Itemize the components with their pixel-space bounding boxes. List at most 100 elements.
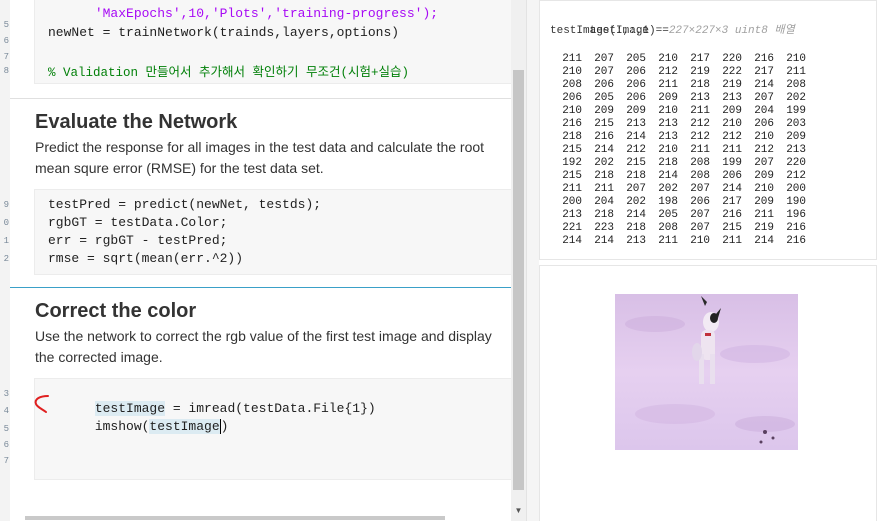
matrix-row: 216 215 213 213 212 210 206 203 [550,118,806,131]
matrix-cell: 206 [626,79,646,91]
matrix-cell: 190 [786,196,806,208]
matrix-cell: 210 [658,144,678,156]
matrix-cell: 211 [658,79,678,91]
matrix-cell: 222 [722,66,742,78]
line-number: 7 [3,456,9,466]
matrix-cell: 208 [690,170,710,182]
matrix-cell: 210 [562,105,582,117]
matrix-cell: 216 [594,131,614,143]
matrix-cell: 196 [786,209,806,221]
matrix-cell: 214 [594,144,614,156]
active-section-divider [10,287,511,288]
matrix-cell: 203 [786,118,806,130]
matrix-row: 206 205 206 209 213 213 207 202 [550,92,806,105]
matrix-cell: 206 [626,66,646,78]
matrix-cell: 209 [658,92,678,104]
matrix-cell: 212 [722,131,742,143]
matrix-cell: 212 [786,170,806,182]
line-number: 5 [3,424,9,434]
line-number: 7 [3,52,9,62]
matrix-cell: 213 [786,144,806,156]
matrix-cell: 206 [594,79,614,91]
matrix-cell: 210 [658,105,678,117]
line-number-gutter: 5 6 7 8 9 0 1 2 3 4 5 6 7 [0,0,10,521]
matrix-row: 200 204 202 198 206 217 209 190 [550,196,806,209]
imshow-call: imshow( [94,419,150,434]
editor-vertical-scrollbar[interactable]: ▼ [511,0,526,521]
matrix-cell: 211 [562,53,582,65]
red-annotation-mark [34,395,49,413]
matrix-cell: 215 [562,144,582,156]
code-line-comment[interactable]: % Validation 만들어서 추가해서 확인하기 무조건(시험+실습) [48,61,409,80]
matrix-cell: 192 [562,157,582,169]
matrix-cell: 211 [658,235,678,247]
dog-in-snow-image[interactable] [615,294,798,450]
code-line-rmse[interactable]: rmse = sqrt(mean(err.^2)) [48,251,243,266]
matrix-cell: 212 [658,66,678,78]
matrix-cell: 214 [754,235,774,247]
code-line-rgbgt[interactable]: rgbGT = testData.Color; [48,215,227,230]
horizontal-scrollbar[interactable] [25,516,445,520]
matrix-cell: 218 [562,131,582,143]
line-number: 6 [3,36,9,46]
matrix-cell: 207 [594,66,614,78]
output-slice-line: testImage(:,:,1) = [550,25,669,37]
matrix-cell: 216 [722,209,742,221]
matrix-cell: 218 [690,79,710,91]
matrix-cell: 210 [722,118,742,130]
code-line-imshow[interactable]: imshow(testImage) [48,404,228,449]
matrix-cell: 214 [722,183,742,195]
variable-highlight: testImage [149,419,220,434]
panel-splitter[interactable] [526,0,540,521]
matrix-cell: 207 [690,183,710,195]
matrix-cell: 213 [626,118,646,130]
matrix-cell: 200 [562,196,582,208]
matrix-row: 218 216 214 213 212 212 210 209 [550,131,806,144]
code-line-predict[interactable]: testPred = predict(newNet, testds); [48,197,321,212]
code-line-train[interactable]: newNet = trainNetwork(trainds,layers,opt… [48,25,399,40]
scroll-down-arrow-icon[interactable]: ▼ [514,506,523,515]
matrix-cell: 211 [690,105,710,117]
matrix-cell: 198 [658,196,678,208]
code-line-err[interactable]: err = rgbGT - testPred; [48,233,227,248]
matrix-cell: 219 [722,79,742,91]
line-number: 4 [3,406,9,416]
matrix-cell: 207 [594,53,614,65]
matrix-cell: 214 [562,235,582,247]
output-text-card: testImage = 227×227×3 uint8 배열 testImage… [539,0,877,260]
options-string: 'MaxEpochs',10,'Plots','training-progres… [94,6,439,21]
matrix-cell: 216 [786,235,806,247]
code-block-evaluate[interactable]: testPred = predict(newNet, testds); rgbG… [34,189,511,275]
matrix-cell: 210 [690,235,710,247]
matrix-cell: 206 [690,196,710,208]
matrix-cell: 200 [786,183,806,195]
matrix-row: 211 207 205 210 217 220 216 210 [550,53,806,66]
matrix-cell: 216 [786,222,806,234]
matrix-cell: 218 [594,209,614,221]
matrix-cell: 212 [626,144,646,156]
matrix-cell: 206 [722,170,742,182]
matrix-cell: 205 [658,209,678,221]
matrix-cell: 208 [562,79,582,91]
matrix-cell: 207 [626,183,646,195]
matrix-cell: 218 [658,157,678,169]
matrix-cell: 213 [626,235,646,247]
scrollbar-thumb[interactable] [513,70,524,490]
line-number: 3 [3,389,9,399]
matrix-row: 210 207 206 212 219 222 217 211 [550,66,806,79]
matrix-cell: 202 [594,157,614,169]
live-script-editor[interactable]: 'MaxEpochs',10,'Plots','training-progres… [10,0,511,521]
matrix-cell: 214 [626,131,646,143]
matrix-cell: 217 [754,66,774,78]
code-block-correct[interactable]: testImage = imread(testData.File{1}) ims… [34,378,511,480]
matrix-cell: 207 [754,157,774,169]
matrix-cell: 210 [754,183,774,195]
matrix-row: 211 211 207 202 207 214 210 200 [550,183,806,196]
matrix-row: 214 214 213 211 210 211 214 216 [550,235,806,248]
matrix-cell: 212 [754,144,774,156]
matrix-cell: 213 [562,209,582,221]
matrix-cell: 207 [754,92,774,104]
code-block-training[interactable]: 'MaxEpochs',10,'Plots','training-progres… [34,0,511,84]
matrix-cell: 209 [626,105,646,117]
variable-info: 227×227×3 uint8 배열 [668,25,795,37]
